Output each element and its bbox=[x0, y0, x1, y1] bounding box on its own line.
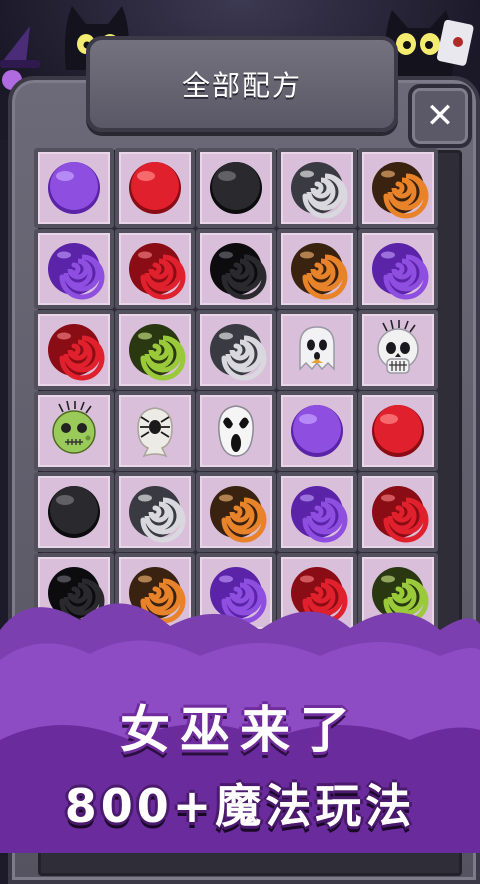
recipe-tile[interactable] bbox=[34, 391, 114, 471]
recipe-tile[interactable] bbox=[34, 310, 114, 390]
playing-card-icon bbox=[436, 19, 474, 66]
recipe-tile[interactable] bbox=[277, 148, 357, 228]
recipe-tile[interactable] bbox=[358, 472, 438, 552]
recipe-tile[interactable] bbox=[358, 148, 438, 228]
recipe-tile[interactable] bbox=[277, 472, 357, 552]
recipe-tile[interactable] bbox=[358, 310, 438, 390]
swirl-green-icon bbox=[129, 324, 186, 381]
lollipop-black-icon bbox=[48, 486, 100, 538]
spider-sack-icon bbox=[137, 407, 173, 458]
swirl-black-icon bbox=[210, 243, 267, 300]
swirl-silver-icon bbox=[210, 324, 267, 381]
recipe-tile[interactable] bbox=[358, 229, 438, 309]
swirl-red-icon bbox=[48, 324, 105, 381]
swirl-orange-icon bbox=[372, 162, 429, 219]
swirl-purple-icon bbox=[372, 243, 429, 300]
close-icon: ✕ bbox=[425, 96, 455, 136]
swirl-silver-icon bbox=[291, 162, 348, 219]
recipe-tile[interactable] bbox=[34, 148, 114, 228]
ghost-white-icon bbox=[299, 326, 335, 371]
recipe-tile[interactable] bbox=[115, 148, 195, 228]
watermark-logo bbox=[250, 776, 460, 846]
swirl-silver-icon bbox=[129, 486, 186, 543]
recipe-tile[interactable] bbox=[196, 391, 276, 471]
recipe-tile[interactable] bbox=[196, 148, 276, 228]
close-button[interactable]: ✕ bbox=[408, 84, 472, 148]
swirl-orange-icon bbox=[291, 243, 348, 300]
recipe-tile[interactable] bbox=[358, 391, 438, 471]
recipe-tile[interactable] bbox=[196, 229, 276, 309]
lollipop-red-icon bbox=[372, 405, 424, 457]
dialog-title: 全部配方 bbox=[181, 69, 302, 102]
swirl-orange-icon bbox=[210, 486, 267, 543]
recipe-tile[interactable] bbox=[277, 310, 357, 390]
lollipop-black-icon bbox=[210, 162, 262, 214]
swirl-purple-icon bbox=[291, 486, 348, 543]
swirl-red-icon bbox=[129, 243, 186, 300]
promo-headline: 女巫来了 bbox=[120, 701, 360, 759]
recipe-tile[interactable] bbox=[115, 310, 195, 390]
lollipop-purple-icon bbox=[48, 162, 100, 214]
recipe-tile[interactable] bbox=[34, 229, 114, 309]
swirl-red-icon bbox=[372, 486, 429, 543]
recipe-tile[interactable] bbox=[196, 310, 276, 390]
scream-mask-icon bbox=[218, 405, 254, 457]
recipe-tile[interactable] bbox=[196, 472, 276, 552]
skull-spider-icon bbox=[377, 319, 419, 374]
zombie-head-icon bbox=[52, 400, 96, 454]
lollipop-red-icon bbox=[129, 162, 181, 214]
recipe-tile[interactable] bbox=[277, 229, 357, 309]
recipe-tile[interactable] bbox=[277, 391, 357, 471]
lollipop-purple-icon bbox=[291, 405, 343, 457]
recipe-tile[interactable] bbox=[34, 472, 114, 552]
swirl-purple-icon bbox=[48, 243, 105, 300]
recipe-tile[interactable] bbox=[115, 229, 195, 309]
recipe-tile[interactable] bbox=[115, 472, 195, 552]
recipe-tile[interactable] bbox=[115, 391, 195, 471]
title-plaque: 全部配方 bbox=[86, 36, 398, 132]
